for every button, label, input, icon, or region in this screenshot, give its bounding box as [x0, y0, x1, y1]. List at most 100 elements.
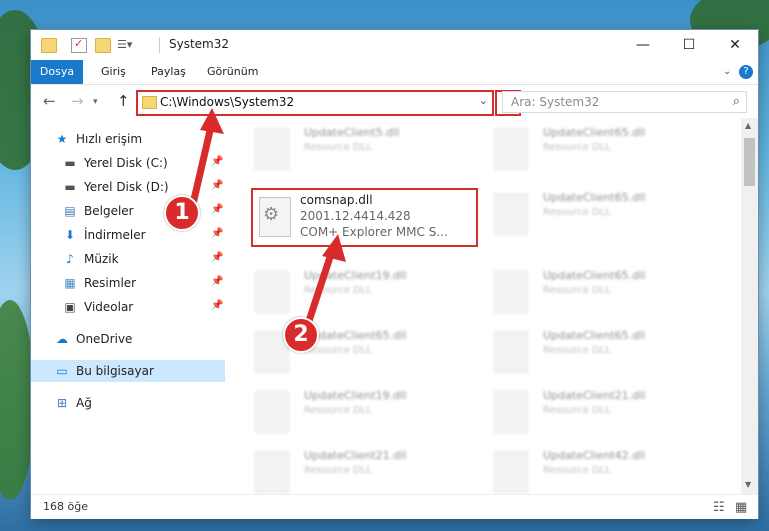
list-item[interactable]: UpdateClient65.dll Resource DLL: [490, 323, 695, 383]
list-item[interactable]: UpdateClient19.dll Resource DLL: [251, 263, 456, 323]
back-button[interactable]: ←: [43, 92, 56, 110]
pin-icon[interactable]: 📌: [211, 252, 223, 263]
download-icon: ⬇: [64, 228, 76, 242]
dll-file-icon: [255, 391, 289, 433]
properties-icon[interactable]: ✓: [71, 37, 87, 53]
dll-file-icon: [494, 391, 528, 433]
scroll-up-icon[interactable]: ▲: [745, 121, 751, 130]
list-item[interactable]: UpdateClient5.dll Resource DLL: [251, 120, 456, 180]
file-name: UpdateClient21.dll: [304, 449, 407, 462]
details-view-icon[interactable]: ☷: [713, 500, 725, 515]
file-type: Resource DLL: [543, 142, 611, 153]
list-item[interactable]: UpdateClient19.dll Resource DLL: [251, 383, 456, 443]
file-explorer-window: ✓ ☰▾ System32 — ☐ ✕ Dosya Giriş Paylaş G…: [31, 30, 758, 519]
navigation-bar: ← → ▾ ↑ C:\Windows\System32 ⌄ ↻ Ara: Sys…: [31, 85, 758, 117]
up-button[interactable]: ↑: [117, 92, 130, 110]
file-type: Resource DLL: [543, 405, 611, 416]
sidebar-item-onedrive[interactable]: ☁ OneDrive: [31, 328, 225, 350]
search-input[interactable]: Ara: System32 ⌕: [502, 91, 747, 113]
close-button[interactable]: ✕: [712, 30, 758, 60]
pin-icon[interactable]: 📌: [211, 276, 223, 287]
pin-icon[interactable]: 📌: [211, 156, 223, 167]
item-count: 168 öğe: [43, 500, 88, 513]
scrollbar-thumb[interactable]: [744, 138, 755, 186]
sidebar-item-label: İndirmeler: [84, 228, 146, 242]
list-item[interactable]: UpdateClient65.dll Resource DLL: [490, 185, 695, 245]
list-item[interactable]: UpdateClient65.dll Resource DLL: [490, 263, 695, 323]
file-name: comsnap.dll: [300, 193, 373, 207]
sidebar-item-downloads[interactable]: ⬇ İndirmeler 📌: [31, 224, 225, 246]
help-icon[interactable]: ?: [739, 65, 753, 79]
tab-view[interactable]: Görünüm: [197, 60, 268, 84]
dll-file-icon: [494, 271, 528, 313]
sidebar-item-label: Bu bilgisayar: [76, 364, 154, 378]
pin-icon[interactable]: 📌: [211, 300, 223, 311]
file-description: COM+ Explorer MMC S...: [300, 225, 448, 239]
file-name: UpdateClient65.dll: [543, 269, 646, 282]
list-item[interactable]: UpdateClient21.dll Resource DLL: [251, 443, 456, 494]
pin-icon[interactable]: 📌: [211, 180, 223, 191]
search-placeholder: Ara: System32: [511, 95, 600, 109]
sidebar-item-quick-access[interactable]: ★ Hızlı erişim: [31, 128, 225, 150]
picture-icon: ▦: [64, 276, 76, 290]
large-icons-view-icon[interactable]: ▦: [735, 500, 747, 515]
drive-icon: ▬: [64, 156, 76, 170]
vertical-scrollbar[interactable]: ▲ ▼: [741, 118, 758, 494]
sidebar-item-music[interactable]: ♪ Müzik 📌: [31, 248, 225, 270]
dll-file-icon: [255, 451, 289, 493]
list-item[interactable]: UpdateClient65.dll Resource DLL: [251, 323, 456, 383]
file-name: UpdateClient5.dll: [304, 126, 400, 139]
sidebar-item-local-disk-d[interactable]: ▬ Yerel Disk (D:) 📌: [31, 176, 225, 198]
ribbon-tabs: Dosya Giriş Paylaş Görünüm ⌄ ?: [31, 60, 758, 85]
sidebar-item-local-disk-c[interactable]: ▬ Yerel Disk (C:) 📌: [31, 152, 225, 174]
network-icon: ⊞: [56, 396, 68, 410]
tab-home[interactable]: Giriş: [91, 60, 136, 84]
music-icon: ♪: [66, 252, 74, 266]
new-folder-icon[interactable]: [95, 38, 111, 53]
file-type: Resource DLL: [543, 207, 611, 218]
focused-file-item[interactable]: ⚙ comsnap.dll 2001.12.4414.428 COM+ Expl…: [251, 188, 478, 247]
sidebar-item-videos[interactable]: ▣ Videolar 📌: [31, 296, 225, 318]
pin-icon[interactable]: 📌: [211, 228, 223, 239]
tab-file[interactable]: Dosya: [31, 60, 83, 84]
sidebar-item-label: Yerel Disk (C:): [84, 156, 168, 170]
dll-file-icon: [255, 128, 289, 170]
cloud-icon: ☁: [56, 332, 68, 346]
list-item[interactable]: UpdateClient21.dll Resource DLL: [490, 383, 695, 443]
sidebar-item-label: Müzik: [84, 252, 119, 266]
maximize-button[interactable]: ☐: [666, 30, 712, 60]
customize-toolbar-icon[interactable]: ☰▾: [117, 38, 132, 51]
address-bar[interactable]: C:\Windows\System32 ⌄: [136, 90, 494, 116]
chevron-down-icon[interactable]: ⌄: [713, 60, 741, 84]
sidebar-item-this-pc[interactable]: ▭ Bu bilgisayar: [31, 360, 225, 382]
forward-button[interactable]: →: [71, 92, 84, 110]
tab-share[interactable]: Paylaş: [141, 60, 196, 84]
address-dropdown-icon[interactable]: ⌄: [479, 94, 488, 107]
sidebar-item-label: OneDrive: [76, 332, 133, 346]
sidebar-item-network[interactable]: ⊞ Ağ: [31, 392, 225, 414]
folder-icon: [142, 96, 157, 109]
folder-icon: [41, 38, 57, 53]
step-2-badge: 2: [283, 317, 319, 353]
computer-icon: ▭: [56, 364, 68, 378]
drive-icon: ▬: [64, 180, 76, 194]
file-type: Resource DLL: [304, 285, 372, 296]
document-icon: ▤: [64, 204, 76, 218]
dll-file-icon: [494, 128, 528, 170]
scroll-down-icon[interactable]: ▼: [745, 480, 751, 489]
step-1-badge: 1: [164, 195, 200, 231]
search-icon: ⌕: [732, 94, 740, 109]
title-separator: [159, 37, 160, 53]
file-version: 2001.12.4414.428: [300, 209, 411, 223]
dll-file-icon: [494, 193, 528, 235]
sidebar-item-pictures[interactable]: ▦ Resimler 📌: [31, 272, 225, 294]
sidebar-item-label: Belgeler: [84, 204, 134, 218]
file-list: UpdateClient5.dll Resource DLL UpdateCli…: [246, 118, 741, 494]
pin-icon[interactable]: 📌: [211, 204, 223, 215]
minimize-button[interactable]: —: [620, 30, 666, 60]
list-item[interactable]: UpdateClient42.dll Resource DLL: [490, 443, 695, 494]
recent-locations-icon[interactable]: ▾: [93, 97, 98, 107]
list-item[interactable]: UpdateClient65.dll Resource DLL: [490, 120, 695, 180]
file-type: Resource DLL: [543, 285, 611, 296]
sidebar-item-label: Yerel Disk (D:): [84, 180, 169, 194]
